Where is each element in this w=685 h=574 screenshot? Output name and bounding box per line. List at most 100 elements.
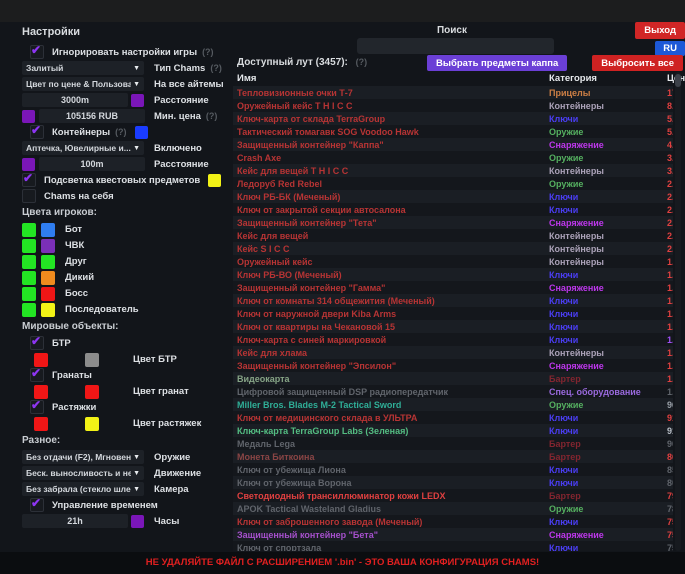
table-row[interactable]: Miller Bros. Blades M-2 Tactical Sword О…: [233, 398, 673, 411]
item-price: 1.51kk: [667, 309, 673, 319]
table-row[interactable]: Монета Биткоина Бартер 869.6k: [233, 450, 673, 463]
player-color-swatch-1[interactable]: [22, 271, 36, 285]
table-row[interactable]: Кейс для вещей Контейнеры 2.08kk: [233, 229, 673, 242]
language-button[interactable]: RU: [655, 41, 685, 56]
table-row[interactable]: Видеокарта Бартер 1.06kk: [233, 372, 673, 385]
min-price-color-swatch[interactable]: [22, 110, 35, 123]
tripwire-color-swatch-2[interactable]: [85, 417, 99, 431]
table-row[interactable]: Светодиодный трансиллюминатор кожи LEDX …: [233, 489, 673, 502]
scrollbar-thumb[interactable]: [675, 74, 681, 87]
table-row[interactable]: Ключ от заброшенного завода (Меченый) Кл…: [233, 515, 673, 528]
table-row[interactable]: Ключ-карта TerraGroup Labs (Зеленая) Клю…: [233, 424, 673, 437]
table-row[interactable]: Ключ от наружной двери Kiba Arms Ключи 1…: [233, 307, 673, 320]
player-color-swatch-2[interactable]: [41, 287, 55, 301]
table-row[interactable]: Ключ от убежища Ворона Ключи 800.0k: [233, 476, 673, 489]
item-name: Защищенный контейнер "Эпсилон": [237, 361, 549, 371]
ignore-game-settings-checkbox[interactable]: [30, 45, 44, 59]
table-row[interactable]: Crash Axe Оружие 3.40kk: [233, 151, 673, 164]
item-price: 17.33kk: [667, 88, 673, 98]
grenade-color-swatch-2[interactable]: [85, 385, 99, 399]
table-row[interactable]: Тепловизионные очки Т-7 Прицелы 17.33kk: [233, 86, 673, 99]
player-color-swatch-1[interactable]: [22, 287, 36, 301]
table-row[interactable]: Ледоруб Red Rebel Оружие 2.75kk: [233, 177, 673, 190]
item-price: 900.0k: [667, 439, 673, 449]
time-control-checkbox[interactable]: [30, 498, 44, 512]
btr-color-swatch-2[interactable]: [85, 353, 99, 367]
tripwire-color-swatch-1[interactable]: [34, 417, 48, 431]
container-distance-color-swatch[interactable]: [22, 158, 35, 171]
player-color-swatch-1[interactable]: [22, 255, 36, 269]
table-row[interactable]: Ключ РБ-БК (Меченый) Ключи 2.58kk: [233, 190, 673, 203]
table-row[interactable]: Защищенный контейнер "Каппа" Снаряжение …: [233, 138, 673, 151]
select-kappa-items-button[interactable]: Выбрать предметы каппа: [427, 55, 567, 71]
containers-filter-select[interactable]: Аптечка, Ювелирные и... ▼: [22, 141, 144, 155]
item-price: 8.48kk: [667, 101, 673, 111]
item-category: Прицелы: [549, 88, 667, 98]
table-row[interactable]: Тактический томагавк SOG Voodoo Hawk Ору…: [233, 125, 673, 138]
grenade-color-swatch-1[interactable]: [34, 385, 48, 399]
table-row[interactable]: APOK Tactical Wasteland Gladius Оружие 7…: [233, 502, 673, 515]
distance-color-swatch[interactable]: [131, 94, 144, 107]
camera-select[interactable]: Без забрала (стекло шлема) ▼: [22, 482, 144, 496]
player-color-swatch-2[interactable]: [41, 303, 55, 317]
btr-checkbox[interactable]: [30, 336, 44, 350]
hours-input[interactable]: [22, 514, 128, 528]
item-name: Ключ от квартиры на Чекановой 15: [237, 322, 549, 332]
min-price-input[interactable]: [39, 109, 145, 123]
table-row[interactable]: Кейс для хлама Контейнеры 1.11kk: [233, 346, 673, 359]
containers-color-swatch[interactable]: [135, 126, 148, 139]
table-row[interactable]: Кейс для вещей T H I C C Контейнеры 3.10…: [233, 164, 673, 177]
table-row[interactable]: Ключ от закрытой секции автосалона Ключи…: [233, 203, 673, 216]
quest-highlight-checkbox[interactable]: [22, 173, 36, 187]
hours-color-swatch[interactable]: [131, 515, 144, 528]
table-row[interactable]: Защищенный контейнер "Эпсилон" Снаряжени…: [233, 359, 673, 372]
table-row[interactable]: Ключ от комнаты 314 общежития (Меченый) …: [233, 294, 673, 307]
chevron-down-icon: ▼: [133, 145, 140, 152]
quest-highlight-color-swatch[interactable]: [208, 174, 221, 187]
player-color-swatch-2[interactable]: [41, 223, 55, 237]
player-color-swatch-1[interactable]: [22, 223, 36, 237]
container-distance-input[interactable]: [39, 157, 145, 171]
table-row[interactable]: Кейс S I C C Контейнеры 2.05kk: [233, 242, 673, 255]
containers-checkbox[interactable]: [30, 125, 44, 139]
scrollbar-track[interactable]: [675, 72, 681, 551]
table-row[interactable]: Защищенный контейнер "Тета" Снаряжение 2…: [233, 216, 673, 229]
movement-select[interactable]: Беск. выносливость и нет уста: ▼: [22, 466, 144, 480]
table-row[interactable]: Ключ от убежища Лиона Ключи 850.0k: [233, 463, 673, 476]
item-name: Монета Биткоина: [237, 452, 549, 462]
item-name: Miller Bros. Blades M-2 Tactical Sword: [237, 400, 549, 410]
search-input[interactable]: [357, 38, 554, 54]
table-row[interactable]: Оружейный кейс T H I C C Контейнеры 8.48…: [233, 99, 673, 112]
item-category: Ключи: [549, 322, 667, 332]
tripwires-checkbox[interactable]: [30, 400, 44, 414]
ignore-game-settings-label: Игнорировать настройки игры: [52, 47, 197, 58]
table-row[interactable]: Ключ от спортзала Ключи 750.0k: [233, 541, 673, 551]
table-row[interactable]: Цифровой защищенный DSP радиопередатчик …: [233, 385, 673, 398]
distance-input[interactable]: [22, 93, 128, 107]
weapon-select[interactable]: Без отдачи (F2), Мгновенное п ▼: [22, 450, 144, 464]
player-color-swatch-1[interactable]: [22, 303, 36, 317]
player-color-rows: Бот ЧВК Друг Дикий Босс Последователь: [14, 222, 228, 317]
player-color-swatch-2[interactable]: [41, 255, 55, 269]
exit-button[interactable]: Выход: [635, 22, 685, 39]
self-chams-checkbox[interactable]: [22, 189, 36, 203]
chams-type-select[interactable]: Залитый ▼: [22, 61, 144, 75]
player-color-swatch-2[interactable]: [41, 271, 55, 285]
table-row[interactable]: Медаль Lega Бартер 900.0k: [233, 437, 673, 450]
distance-label: Расстояние: [154, 95, 209, 106]
btr-color-swatch-1[interactable]: [34, 353, 48, 367]
table-row[interactable]: Ключ-карта с синей маркировкой Ключи 1.1…: [233, 333, 673, 346]
table-row[interactable]: Ключ от медицинского склада в УЛЬТРА Клю…: [233, 411, 673, 424]
table-row[interactable]: Ключ от квартиры на Чекановой 15 Ключи 1…: [233, 320, 673, 333]
player-color-swatch-2[interactable]: [41, 239, 55, 253]
grenades-checkbox[interactable]: [30, 368, 44, 382]
color-mode-select[interactable]: Цвет по цене & Пользователь ▼: [22, 77, 144, 91]
table-row[interactable]: Ключ РБ-ВО (Меченый) Ключи 1.85kk: [233, 268, 673, 281]
table-row[interactable]: Ключ-карта от склада TerraGroup Ключи 5.…: [233, 112, 673, 125]
drop-all-button[interactable]: Выбросить все: [592, 55, 683, 71]
table-row[interactable]: Оружейный кейс Контейнеры 1.95kk: [233, 255, 673, 268]
table-row[interactable]: Защищенный контейнер "Гамма" Снаряжение …: [233, 281, 673, 294]
table-row[interactable]: Защищенный контейнер "Бета" Снаряжение 7…: [233, 528, 673, 541]
grenade-color-row: Цвет гранат: [34, 384, 228, 399]
player-color-swatch-1[interactable]: [22, 239, 36, 253]
